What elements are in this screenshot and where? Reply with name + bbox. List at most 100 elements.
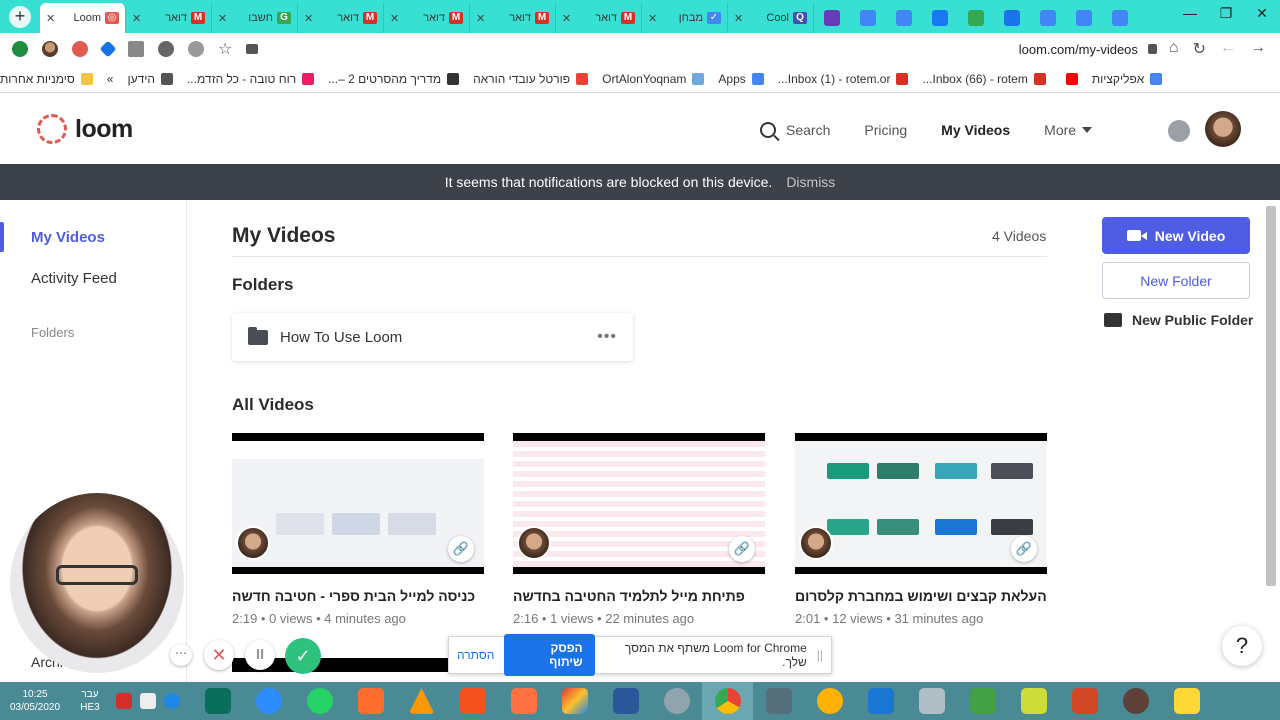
taskbar-app[interactable] (294, 682, 345, 720)
loom-extension-icon[interactable] (72, 41, 88, 57)
taskbar-app[interactable] (549, 682, 600, 720)
copy-link-icon[interactable]: 🔗 (1011, 536, 1037, 562)
bookmark-item[interactable]: רוח טובה - כל הזדמ... (187, 72, 315, 86)
hide-link[interactable]: הסתרה (457, 648, 494, 662)
pinned-tab[interactable] (958, 3, 994, 33)
browser-tab[interactable]: M דואר ✕ (126, 3, 212, 33)
tab-close-icon[interactable]: ✕ (132, 12, 141, 25)
browser-tab[interactable]: ◎ Loom ✕ (40, 3, 126, 33)
reload-icon[interactable]: ↻ (1193, 39, 1206, 59)
restore-icon[interactable]: ❐ (1208, 0, 1244, 28)
tab-close-icon[interactable]: ✕ (562, 12, 571, 25)
close-window-icon[interactable]: ✕ (1244, 0, 1280, 28)
tab-close-icon[interactable]: ✕ (648, 12, 657, 25)
taskbar-app[interactable] (345, 682, 396, 720)
loom-logo[interactable]: loom (37, 114, 133, 144)
recorder-cancel-icon[interactable]: ✕ (204, 640, 234, 670)
video-title[interactable]: פתיחת מייל לתלמיד החטיבה בחדשה (513, 588, 765, 604)
bookmark-item[interactable]: Inbox (66) - rotem... (922, 72, 1046, 86)
minimize-icon[interactable]: — (1172, 0, 1208, 28)
tab-close-icon[interactable]: ✕ (734, 12, 743, 25)
bookmark-item[interactable]: » (107, 72, 114, 86)
tab-close-icon[interactable]: ✕ (476, 12, 485, 25)
pinned-tab[interactable] (994, 3, 1030, 33)
language-indicator[interactable]: עבר HE3 (70, 688, 110, 714)
sidebar-item-my-videos[interactable]: My Videos (31, 229, 105, 246)
browser-tab[interactable]: M דואר ✕ (384, 3, 470, 33)
pinned-tab[interactable] (886, 3, 922, 33)
taskbar-app[interactable] (498, 682, 549, 720)
taskbar-app[interactable] (1008, 682, 1059, 720)
bookmark-item[interactable]: פורטל עובדי הוראה (473, 72, 589, 86)
browser-tab[interactable]: M דואר ✕ (298, 3, 384, 33)
taskbar-app[interactable] (1059, 682, 1110, 720)
taskbar-app[interactable] (600, 682, 651, 720)
help-tray-icon[interactable] (164, 693, 180, 709)
address-bar[interactable]: loom.com/my-videos (258, 35, 1169, 63)
stop-sharing-button[interactable]: הפסק שיתוף (504, 634, 595, 676)
browser-tab[interactable]: M דואר ✕ (556, 3, 642, 33)
bookmark-item[interactable]: OrtAlonYoqnam (602, 72, 705, 86)
webcam-bubble[interactable] (10, 493, 184, 673)
bookmark-item[interactable]: מדריך מהסרטים 2 –... (328, 72, 460, 86)
new-tab-button[interactable]: + (0, 0, 40, 33)
sidebar-item-activity-feed[interactable]: Activity Feed (31, 270, 117, 287)
video-thumbnail[interactable]: 🔗 (513, 433, 765, 574)
bookmark-item[interactable]: סימניות אחרות (0, 72, 93, 86)
copy-link-icon[interactable]: 🔗 (729, 536, 755, 562)
new-public-folder-button[interactable]: New Public Folder (1104, 312, 1253, 328)
extension-record-icon[interactable] (188, 41, 204, 57)
new-folder-button[interactable]: New Folder (1102, 262, 1250, 299)
taskbar-app[interactable] (447, 682, 498, 720)
video-thumbnail[interactable]: 🔗 (232, 433, 484, 574)
profile-avatar-icon[interactable] (42, 41, 58, 57)
bookmark-item[interactable] (1060, 72, 1078, 85)
extension-circle-icon[interactable] (158, 41, 174, 57)
taskbar-app[interactable] (396, 682, 447, 720)
nav-more[interactable]: More (1044, 122, 1093, 138)
extension-diamond-icon[interactable] (99, 40, 117, 58)
bookmark-star-icon[interactable]: ☆ (218, 39, 232, 59)
nav-pricing[interactable]: Pricing (864, 122, 907, 138)
taskbar-app[interactable] (192, 682, 243, 720)
forward-arrow-icon[interactable]: → (1250, 39, 1266, 59)
copy-link-icon[interactable]: 🔗 (448, 536, 474, 562)
taskbar-app[interactable] (906, 682, 957, 720)
taskbar-app[interactable] (804, 682, 855, 720)
taskbar-app[interactable] (957, 682, 1008, 720)
page-scrollbar[interactable] (1266, 206, 1276, 586)
bookmark-item[interactable]: Inbox (1) - rotem.or... (778, 72, 909, 86)
taskbar-app[interactable] (753, 682, 804, 720)
extension-plus-icon[interactable] (12, 41, 28, 57)
video-title[interactable]: העלאת קבצים ושימוש במחברת קלסרום (795, 588, 1047, 604)
help-button[interactable]: ? (1222, 626, 1262, 666)
pinned-tab[interactable] (922, 3, 958, 33)
pinned-tab[interactable] (1030, 3, 1066, 33)
home-icon[interactable]: ⌂ (1169, 39, 1179, 59)
more-options-icon[interactable]: ••• (597, 328, 617, 346)
browser-tab[interactable]: G חשבו ✕ (212, 3, 298, 33)
system-clock[interactable]: 10:25 03/05/2020 (0, 688, 70, 714)
pinned-tab[interactable] (1066, 3, 1102, 33)
cast-icon[interactable] (246, 44, 259, 54)
new-video-button[interactable]: New Video (1102, 217, 1250, 254)
nav-search[interactable]: Search (760, 122, 830, 138)
video-title[interactable]: כניסה למייל הבית ספרי - חטיבה חדשה (232, 588, 484, 604)
taskbar-app[interactable] (651, 682, 702, 720)
drive-extension-icon[interactable] (128, 41, 144, 57)
drag-grip-icon[interactable]: || (817, 648, 823, 662)
tray-app-icon[interactable] (116, 693, 132, 709)
browser-tab[interactable]: ✓ מבחן ✕ (642, 3, 728, 33)
taskbar-app[interactable] (1161, 682, 1212, 720)
tab-close-icon[interactable]: ✕ (390, 12, 399, 25)
tab-close-icon[interactable]: ✕ (46, 12, 55, 25)
taskbar-app[interactable] (1110, 682, 1161, 720)
folder-card[interactable]: How To Use Loom ••• (232, 313, 633, 361)
recorder-options-icon[interactable]: ⋯ (170, 644, 192, 666)
browser-tab[interactable]: M דואר ✕ (470, 3, 556, 33)
user-avatar[interactable] (1205, 111, 1241, 147)
taskbar-app-active[interactable] (702, 682, 753, 720)
bookmark-item[interactable]: הידען (127, 72, 173, 86)
taskbar-app[interactable] (243, 682, 294, 720)
notification-bell-icon[interactable] (1168, 120, 1190, 142)
